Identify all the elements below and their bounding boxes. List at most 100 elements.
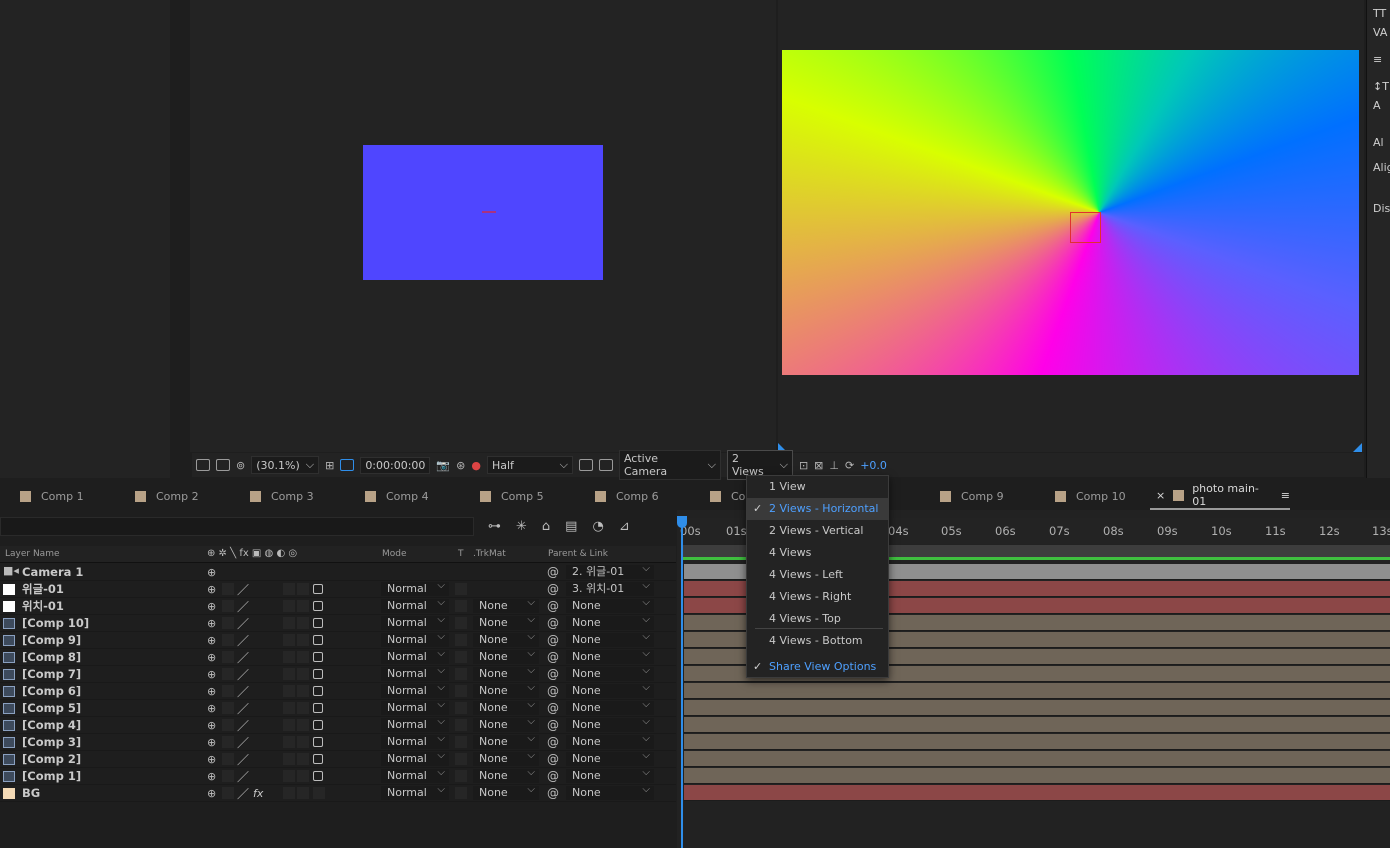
trkmat-dropdown[interactable]: None: [473, 681, 539, 698]
layer-search-input[interactable]: [0, 517, 474, 536]
switch-cell[interactable]: [222, 617, 234, 629]
switch-cell[interactable]: [297, 651, 309, 663]
3d-layer-icon[interactable]: [313, 737, 323, 747]
layer-name[interactable]: BG: [22, 786, 40, 800]
preserve-transparency-toggle[interactable]: [455, 651, 467, 663]
switch-cell[interactable]: [283, 617, 295, 629]
switch-cell[interactable]: [283, 702, 295, 714]
layer-duration-bar[interactable]: [684, 768, 1390, 784]
layer-name[interactable]: [Comp 8]: [22, 650, 81, 664]
effects-icon[interactable]: fx: [253, 787, 263, 800]
mode-dropdown[interactable]: Normal: [381, 698, 449, 715]
switch-cell[interactable]: [283, 651, 295, 663]
pick-whip-icon[interactable]: @: [547, 718, 559, 732]
parent-dropdown[interactable]: 2. 위글-01: [566, 562, 654, 579]
parent-header[interactable]: Parent & Link: [548, 549, 608, 559]
layer-duration-bar[interactable]: [684, 751, 1390, 767]
trkmat-dropdown[interactable]: None: [473, 698, 539, 715]
switch-cell[interactable]: [283, 600, 295, 612]
shy-switch-icon[interactable]: ⊕: [207, 668, 216, 681]
quality-switch-icon[interactable]: ／: [237, 751, 249, 768]
switch-cell[interactable]: [222, 702, 234, 714]
preserve-transparency-toggle[interactable]: [455, 753, 467, 765]
layer-name-header[interactable]: Layer Name: [5, 549, 60, 559]
quality-switch-icon[interactable]: ／: [237, 598, 249, 615]
close-icon[interactable]: ×: [1156, 489, 1165, 502]
pick-whip-icon[interactable]: @: [547, 735, 559, 749]
switch-cell[interactable]: [297, 719, 309, 731]
channel-icon[interactable]: ●: [471, 459, 481, 472]
pick-whip-icon[interactable]: @: [547, 565, 559, 579]
preserve-transparency-toggle[interactable]: [455, 634, 467, 646]
switch-cell[interactable]: [222, 600, 234, 612]
quality-switch-icon[interactable]: ／: [237, 615, 249, 632]
switch-cell[interactable]: [297, 617, 309, 629]
switch-cell[interactable]: [222, 583, 234, 595]
layer-row[interactable]: [Comp 7] ⊕ ／ Normal None @ None: [0, 664, 676, 683]
shy-switch-icon[interactable]: ⊕: [207, 566, 216, 579]
tab-comp-4[interactable]: Comp 4: [345, 490, 460, 503]
flowchart-icon[interactable]: ⊥: [829, 459, 839, 472]
layer-name[interactable]: [Comp 6]: [22, 684, 81, 698]
layer-name[interactable]: [Comp 2]: [22, 752, 81, 766]
switch-cell[interactable]: [297, 668, 309, 680]
layer-duration-bar[interactable]: [684, 717, 1390, 733]
layer-name[interactable]: [Comp 1]: [22, 769, 81, 783]
views-menu-item[interactable]: 1 View: [747, 476, 888, 498]
pick-whip-icon[interactable]: @: [547, 616, 559, 630]
switch-cell[interactable]: [313, 787, 325, 799]
shy-switch-icon[interactable]: ⊕: [207, 787, 216, 800]
layer-row[interactable]: [Comp 6] ⊕ ／ Normal None @ None: [0, 681, 676, 700]
switch-cell[interactable]: [297, 685, 309, 697]
mode-dropdown[interactable]: Normal: [381, 715, 449, 732]
mode-dropdown[interactable]: Normal: [381, 579, 449, 596]
switch-cell[interactable]: [222, 787, 234, 799]
preserve-transparency-toggle[interactable]: [455, 617, 467, 629]
tab-comp-10[interactable]: Comp 10: [1035, 490, 1150, 503]
zoom-dropdown[interactable]: (30.1%) ⌵: [251, 456, 320, 474]
quality-switch-icon[interactable]: ／: [237, 666, 249, 683]
layer-row[interactable]: 위글-01 ⊕ ／ Normal @3. 위치-01: [0, 579, 676, 598]
layer-row[interactable]: [Comp 8] ⊕ ／ Normal None @ None: [0, 647, 676, 666]
always-preview-icon[interactable]: [196, 459, 210, 471]
trkmat-dropdown[interactable]: None: [473, 715, 539, 732]
parent-dropdown[interactable]: None: [566, 613, 654, 630]
panel-menu-icon[interactable]: ≡: [1281, 489, 1290, 502]
layer-row[interactable]: [Comp 1] ⊕ ／ Normal None @ None: [0, 766, 676, 785]
pick-whip-icon[interactable]: @: [547, 667, 559, 681]
shy-switch-icon[interactable]: ⊕: [207, 617, 216, 630]
shy-switch-icon[interactable]: ⊕: [207, 685, 216, 698]
pick-whip-icon[interactable]: @: [547, 599, 559, 613]
transparency-grid-icon[interactable]: [598, 459, 613, 471]
frame-blending-icon[interactable]: ▤: [565, 519, 577, 534]
mode-dropdown[interactable]: Normal: [381, 749, 449, 766]
3d-layer-icon[interactable]: [313, 720, 323, 730]
mode-dropdown[interactable]: Normal: [381, 647, 449, 664]
layer-row[interactable]: [Comp 5] ⊕ ／ Normal None @ None: [0, 698, 676, 717]
switch-cell[interactable]: [222, 753, 234, 765]
fast-preview-icon[interactable]: [578, 459, 593, 471]
3d-layer-icon[interactable]: [313, 771, 323, 781]
parent-dropdown[interactable]: None: [566, 698, 654, 715]
shy-switch-icon[interactable]: ⊕: [207, 719, 216, 732]
switch-cell[interactable]: [297, 736, 309, 748]
preserve-transparency-toggle[interactable]: [455, 583, 467, 595]
tab-comp-9[interactable]: Comp 9: [920, 490, 1035, 503]
trkmat-dropdown[interactable]: None: [473, 766, 539, 783]
pick-whip-icon[interactable]: @: [547, 701, 559, 715]
shy-switch-icon[interactable]: ⊕: [207, 600, 216, 613]
layer-row[interactable]: [Comp 2] ⊕ ／ Normal None @ None: [0, 749, 676, 768]
preserve-transparency-toggle[interactable]: [455, 770, 467, 782]
switch-cell[interactable]: [297, 600, 309, 612]
switch-cell[interactable]: [283, 668, 295, 680]
layer-duration-bar[interactable]: [684, 700, 1390, 716]
shy-switch-icon[interactable]: ⊕: [207, 770, 216, 783]
parent-dropdown[interactable]: 3. 위치-01: [566, 579, 654, 596]
layer-name[interactable]: 위치-01: [22, 598, 64, 614]
views-menu-item[interactable]: 4 Views: [747, 542, 888, 564]
mode-dropdown[interactable]: Normal: [381, 596, 449, 613]
3d-layer-icon[interactable]: [313, 635, 323, 645]
preserve-transparency-toggle[interactable]: [455, 719, 467, 731]
layer-name[interactable]: [Comp 5]: [22, 701, 81, 715]
switch-cell[interactable]: [297, 702, 309, 714]
